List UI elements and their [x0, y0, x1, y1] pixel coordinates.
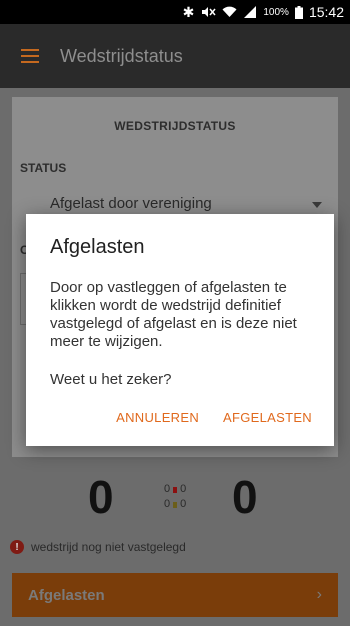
card-counts: 00 00 — [164, 482, 186, 512]
mute-icon — [200, 6, 216, 18]
page-title: Wedstrijdstatus — [60, 45, 183, 66]
confirm-button[interactable]: AFGELASTEN — [223, 410, 312, 425]
away-red-count: 0 — [180, 483, 187, 495]
status-label: STATUS — [20, 161, 67, 175]
away-score: 0 — [232, 471, 258, 523]
error-icon: ! — [10, 540, 24, 554]
warning-message: ! wedstrijd nog niet vastgelegd — [10, 540, 186, 554]
cancel-button[interactable]: ANNULEREN — [116, 410, 199, 425]
dialog-question: Weet u het zeker? — [50, 371, 172, 388]
dialog-actions: ANNULEREN AFGELASTEN — [116, 410, 312, 425]
battery-percent: 100% — [263, 6, 289, 18]
red-card-icon — [173, 486, 178, 493]
app-bar: Wedstrijdstatus — [0, 24, 350, 88]
battery-icon — [294, 5, 303, 19]
home-score: 0 — [88, 471, 114, 523]
dialog-title: Afgelasten — [50, 236, 145, 258]
section-title: WEDSTRIJDSTATUS — [114, 119, 236, 133]
clock: 15:42 — [308, 4, 344, 20]
warning-text: wedstrijd nog niet vastgelegd — [31, 540, 186, 554]
dialog-body: Door op vastleggen of afgelasten te klik… — [50, 279, 297, 350]
chevron-right-icon: › — [316, 586, 322, 603]
signal-icon — [243, 6, 257, 18]
status-bar: ✱ 100% 15:42 — [0, 0, 350, 24]
dropdown-arrow-icon[interactable] — [312, 202, 322, 208]
home-red-count: 0 — [164, 483, 171, 495]
confirm-dialog: Afgelasten Door op vastleggen of afgelas… — [26, 214, 334, 446]
wifi-icon — [222, 6, 237, 18]
afgelasten-button-label: Afgelasten — [28, 586, 105, 604]
away-yellow-count: 0 — [180, 498, 187, 510]
score-display: 0 00 00 0 — [0, 468, 350, 528]
status-dropdown[interactable]: Afgelast door vereniging — [50, 195, 212, 212]
hamburger-menu-icon[interactable] — [0, 24, 60, 88]
home-yellow-count: 0 — [164, 498, 171, 510]
yellow-card-icon — [173, 501, 178, 508]
bluetooth-icon: ✱ — [182, 3, 195, 20]
afgelasten-button[interactable]: Afgelasten › — [12, 573, 338, 617]
